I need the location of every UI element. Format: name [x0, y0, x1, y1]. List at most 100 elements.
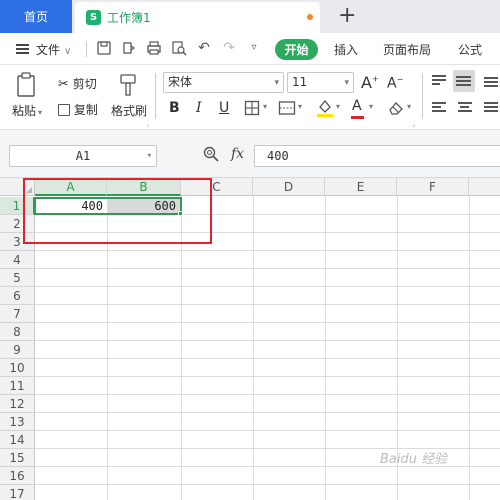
print-icon[interactable] [146, 40, 162, 56]
format-painter-label[interactable]: 格式刷 [111, 102, 147, 119]
ribbon: 粘贴 ▾ ✂ 剪切 复制 格式刷 宋体 ▾ 11 ▾ A+ A− B I U ▾ ▾ … [0, 65, 500, 130]
formula-bar: A1 ▾ fx 400 [0, 130, 500, 178]
borders-icon[interactable] [244, 100, 260, 116]
chevron-down-icon[interactable]: ▾ [336, 102, 340, 111]
row-header-9[interactable]: 9 [0, 341, 35, 359]
paste-button[interactable]: 粘贴 ▾ [12, 102, 42, 119]
undo-icon[interactable]: ↶ [196, 40, 212, 56]
row-header-11[interactable]: 11 [0, 377, 35, 395]
font-name-value: 宋体 [168, 75, 193, 89]
row-header-8[interactable]: 8 [0, 323, 35, 341]
row-header-5[interactable]: 5 [0, 269, 35, 287]
align-bottom-icon[interactable] [481, 71, 500, 91]
gridline [35, 340, 500, 341]
underline-button[interactable]: U [219, 99, 229, 117]
redo-icon[interactable]: ↷ [221, 40, 237, 56]
name-box-value: A1 [75, 149, 91, 163]
save-icon[interactable] [96, 40, 112, 56]
zoom-search-icon[interactable] [203, 146, 219, 162]
tab-insert[interactable]: 插入 [334, 41, 358, 58]
file-menu[interactable]: 文件 ∨ [36, 41, 71, 58]
column-header-g[interactable] [469, 178, 500, 196]
chevron-down-icon[interactable]: ▾ [298, 102, 302, 111]
gridline [35, 430, 500, 431]
gridline [35, 304, 500, 305]
decrease-font-glyph: A [387, 75, 397, 92]
format-painter-icon[interactable] [118, 73, 138, 97]
name-box[interactable]: A1 ▾ [9, 145, 157, 167]
gridline [35, 412, 500, 413]
insert-function-button[interactable]: fx [231, 146, 244, 162]
chevron-down-icon[interactable]: ▾ [407, 102, 411, 111]
gridline [35, 286, 500, 287]
row-header-6[interactable]: 6 [0, 287, 35, 305]
align-middle-icon[interactable] [453, 70, 475, 92]
row-header-16[interactable]: 16 [0, 467, 35, 485]
new-tab-button[interactable]: + [338, 3, 356, 29]
gridline [35, 484, 500, 485]
chevron-down-icon[interactable]: ▾ [263, 102, 267, 111]
tab-home-label: 首页 [23, 10, 48, 24]
clear-format-icon[interactable] [387, 100, 405, 116]
menu-hamburger-icon[interactable] [16, 44, 29, 54]
italic-button[interactable]: I [196, 99, 202, 117]
align-left-icon[interactable] [429, 98, 449, 118]
fill-color-icon[interactable] [316, 98, 334, 118]
font-color-glyph: A [352, 98, 362, 114]
watermark: Baidu 经验 [380, 452, 448, 467]
tab-formulas[interactable]: 公式 [458, 41, 482, 58]
font-size-select[interactable]: 11 ▾ [287, 72, 354, 93]
copy-icon [58, 104, 70, 116]
row-header-12[interactable]: 12 [0, 395, 35, 413]
chevron-down-icon: ∨ [64, 46, 72, 57]
chevron-down-icon: ▾ [146, 151, 152, 161]
row-header-15[interactable]: 15 [0, 449, 35, 467]
clipboard-group-expand-icon[interactable]: ⌟ [146, 120, 149, 128]
align-right-icon[interactable] [481, 98, 500, 118]
increase-font-glyph: A [361, 73, 372, 92]
font-name-select[interactable]: 宋体 ▾ [163, 72, 284, 93]
font-group-expand-icon[interactable]: ⌟ [412, 120, 415, 128]
tab-start[interactable]: 开始 [275, 39, 318, 60]
gridline [325, 196, 326, 500]
align-center-icon[interactable] [455, 98, 475, 118]
increase-font-button[interactable]: A+ [361, 73, 379, 92]
ribbon-divider [422, 73, 423, 119]
copy-button[interactable]: 复制 [58, 101, 98, 118]
quick-access-dropdown-icon[interactable]: ▿ [246, 40, 262, 56]
column-header-f[interactable]: F [397, 178, 469, 196]
tab-workbook[interactable]: S 工作簿1 [75, 2, 320, 33]
chevron-down-icon: ▾ [274, 78, 279, 88]
paste-icon[interactable] [15, 72, 39, 98]
print-preview-icon[interactable] [171, 40, 187, 56]
row-header-10[interactable]: 10 [0, 359, 35, 377]
merge-cells-icon[interactable] [278, 100, 296, 116]
decrease-font-button[interactable]: A− [387, 75, 403, 92]
column-header-e[interactable]: E [325, 178, 397, 196]
row-header-7[interactable]: 7 [0, 305, 35, 323]
row-header-13[interactable]: 13 [0, 413, 35, 431]
chevron-down-icon[interactable]: ▾ [369, 102, 373, 111]
menu-bar: 文件 ∨ ↶ ↷ ▿ 开始 插入 页面布局 公式 [0, 33, 500, 65]
menu-divider [86, 41, 87, 57]
column-header-d[interactable]: D [253, 178, 325, 196]
gridline [253, 196, 254, 500]
file-menu-label: 文件 [36, 43, 61, 57]
export-icon[interactable] [121, 40, 137, 56]
row-header-17[interactable]: 17 [0, 485, 35, 500]
tab-bar: 首页 S 工作簿1 + [0, 0, 500, 33]
scissors-icon: ✂ [58, 77, 69, 92]
font-color-button[interactable]: A [351, 97, 364, 119]
row-header-14[interactable]: 14 [0, 431, 35, 449]
align-top-icon[interactable] [429, 71, 449, 91]
tab-home[interactable]: 首页 [0, 0, 72, 33]
minus-icon: − [396, 75, 404, 84]
cut-button[interactable]: ✂ 剪切 [58, 75, 97, 92]
tab-page-layout[interactable]: 页面布局 [383, 41, 431, 58]
ribbon-divider [155, 73, 156, 119]
row-header-4[interactable]: 4 [0, 251, 35, 269]
formula-input[interactable]: 400 [254, 145, 500, 167]
fill-color-swatch [317, 114, 333, 117]
bold-button[interactable]: B [169, 99, 180, 117]
gridline [35, 268, 500, 269]
